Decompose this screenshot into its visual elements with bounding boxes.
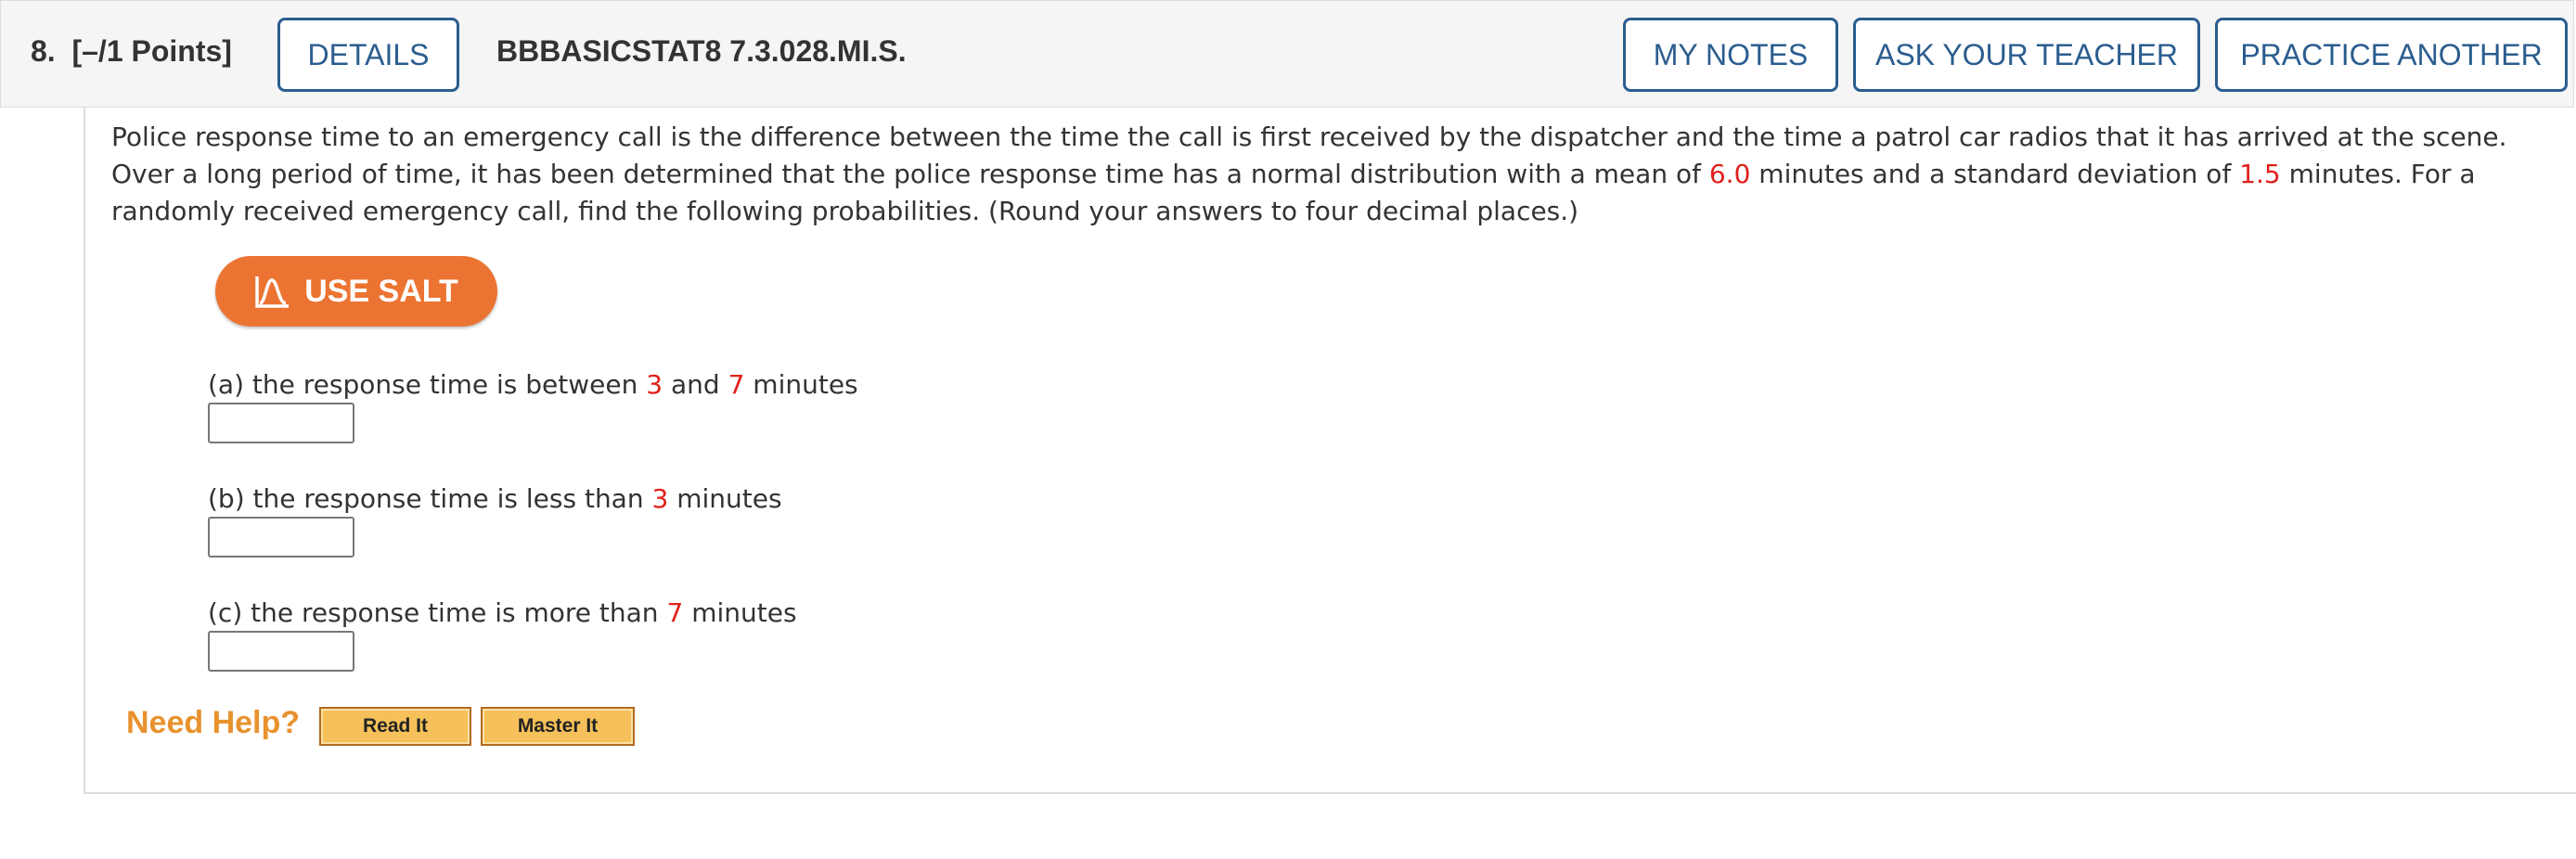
part-c-value: 7 <box>666 597 684 628</box>
question-stem: Police response time to an emergency cal… <box>111 119 2561 230</box>
part-a-prompt: (a) the response time is between 3 and 7… <box>208 368 858 402</box>
part-b-text: (b) the response time is less than <box>208 483 652 514</box>
question-number-points: 8. [–/1 Points] <box>31 34 232 69</box>
read-it-button[interactable]: Read It <box>319 707 471 746</box>
points-label: [–/1 Points] <box>71 34 232 68</box>
part-b-value: 3 <box>651 483 669 514</box>
part-b-answer-input[interactable] <box>208 517 354 558</box>
part-a-unit: minutes <box>744 369 858 400</box>
question-header: 8. [–/1 Points] DETAILS BBBASICSTAT8 7.3… <box>0 0 2574 108</box>
my-notes-button[interactable]: MY NOTES <box>1623 18 1838 92</box>
mean-value: 6.0 <box>1708 159 1751 189</box>
sd-value: 1.5 <box>2239 159 2281 189</box>
part-b-prompt: (b) the response time is less than 3 min… <box>208 482 782 516</box>
part-a-lower-value: 3 <box>646 369 663 400</box>
part-a-text: (a) the response time is between <box>208 369 647 400</box>
part-c-answer-input[interactable] <box>208 631 354 672</box>
details-button[interactable]: DETAILS <box>277 18 459 92</box>
part-a-and-text: and <box>663 369 728 400</box>
part-a-upper-value: 7 <box>728 369 745 400</box>
master-it-button[interactable]: Master It <box>481 707 635 746</box>
problem-code: BBBASICSTAT8 7.3.028.MI.S. <box>496 34 907 68</box>
part-c-prompt: (c) the response time is more than 7 min… <box>208 596 797 630</box>
use-salt-button[interactable]: USE SALT <box>215 256 497 327</box>
part-b-unit: minutes <box>668 483 782 514</box>
part-c-text: (c) the response time is more than <box>208 597 667 628</box>
part-a-answer-input[interactable] <box>208 403 354 443</box>
need-help-label: Need Help? <box>126 705 301 740</box>
stem-text-2: minutes and a standard deviation of <box>1750 159 2240 189</box>
question-number: 8. <box>31 34 56 68</box>
part-c-unit: minutes <box>683 597 797 628</box>
ask-your-teacher-button[interactable]: ASK YOUR TEACHER <box>1853 18 2200 92</box>
use-salt-label: USE SALT <box>304 273 458 309</box>
salt-bell-curve-icon <box>255 276 290 308</box>
practice-another-button[interactable]: PRACTICE ANOTHER <box>2215 18 2568 92</box>
